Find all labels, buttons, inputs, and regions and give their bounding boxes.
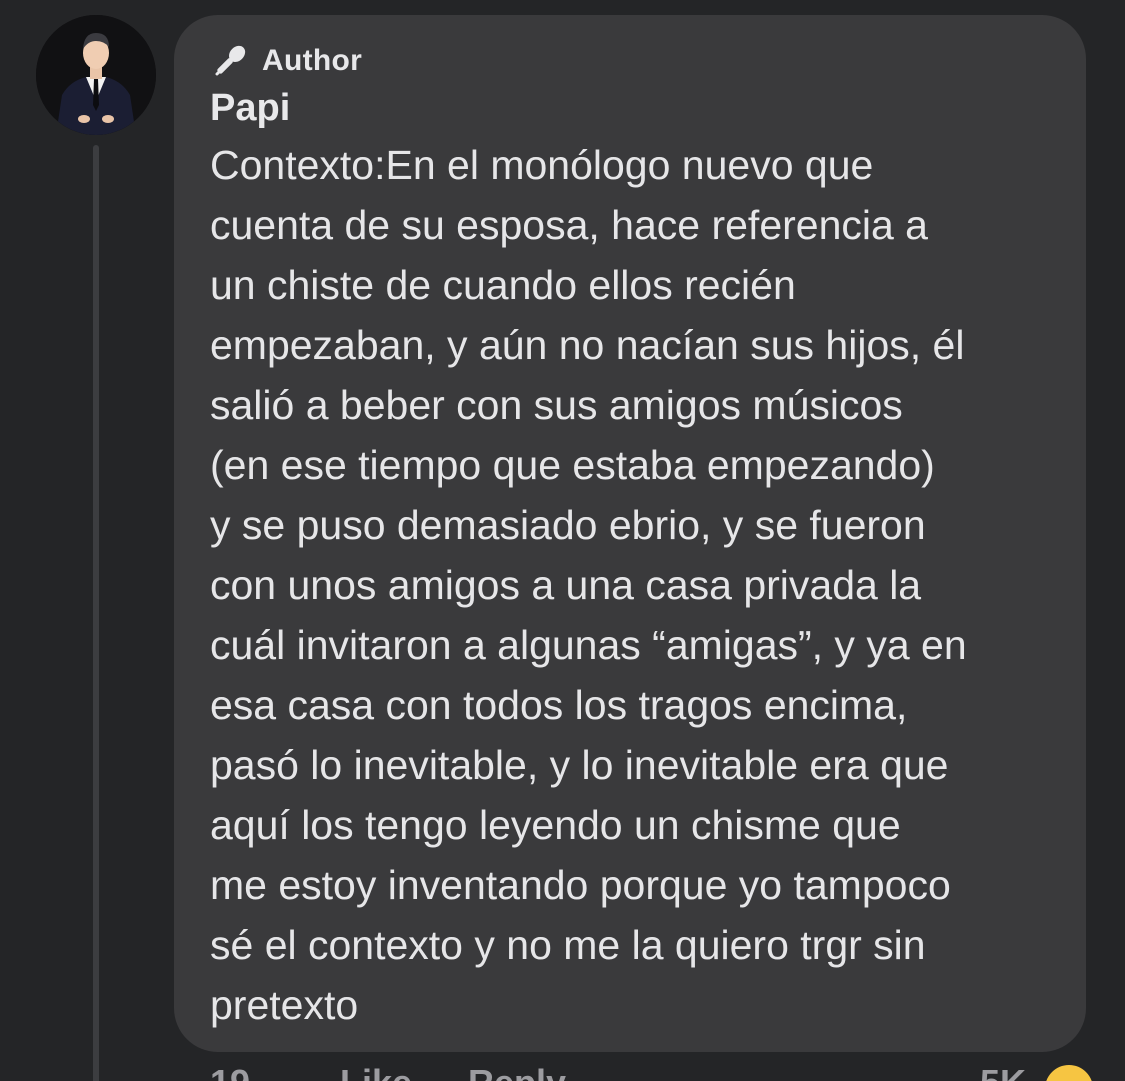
reply-button[interactable]: Reply	[468, 1062, 566, 1081]
comment-thread: Author Papi Contexto:En el monólogo nuev…	[0, 0, 1125, 1081]
comment-action-bar: 19 Like Reply 5K	[210, 1062, 1096, 1081]
like-button[interactable]: Like	[340, 1062, 412, 1081]
microphone-icon	[215, 45, 246, 76]
comment-timestamp: 19	[210, 1062, 250, 1081]
comment-text: Contexto:En el monólogo nuevo que cuenta…	[210, 142, 967, 1028]
comment-bubble: Author Papi Contexto:En el monólogo nuev…	[174, 15, 1086, 1052]
thread-line	[93, 145, 99, 1081]
author-badge-row: Author	[210, 41, 362, 81]
reaction-count[interactable]: 5K	[980, 1062, 1026, 1081]
author-badge: Author	[262, 44, 363, 77]
avatar[interactable]	[36, 15, 156, 135]
laughing-emoji-icon[interactable]	[1042, 1062, 1096, 1081]
avatar-image	[36, 15, 156, 135]
comment-username[interactable]: Papi	[210, 87, 290, 130]
